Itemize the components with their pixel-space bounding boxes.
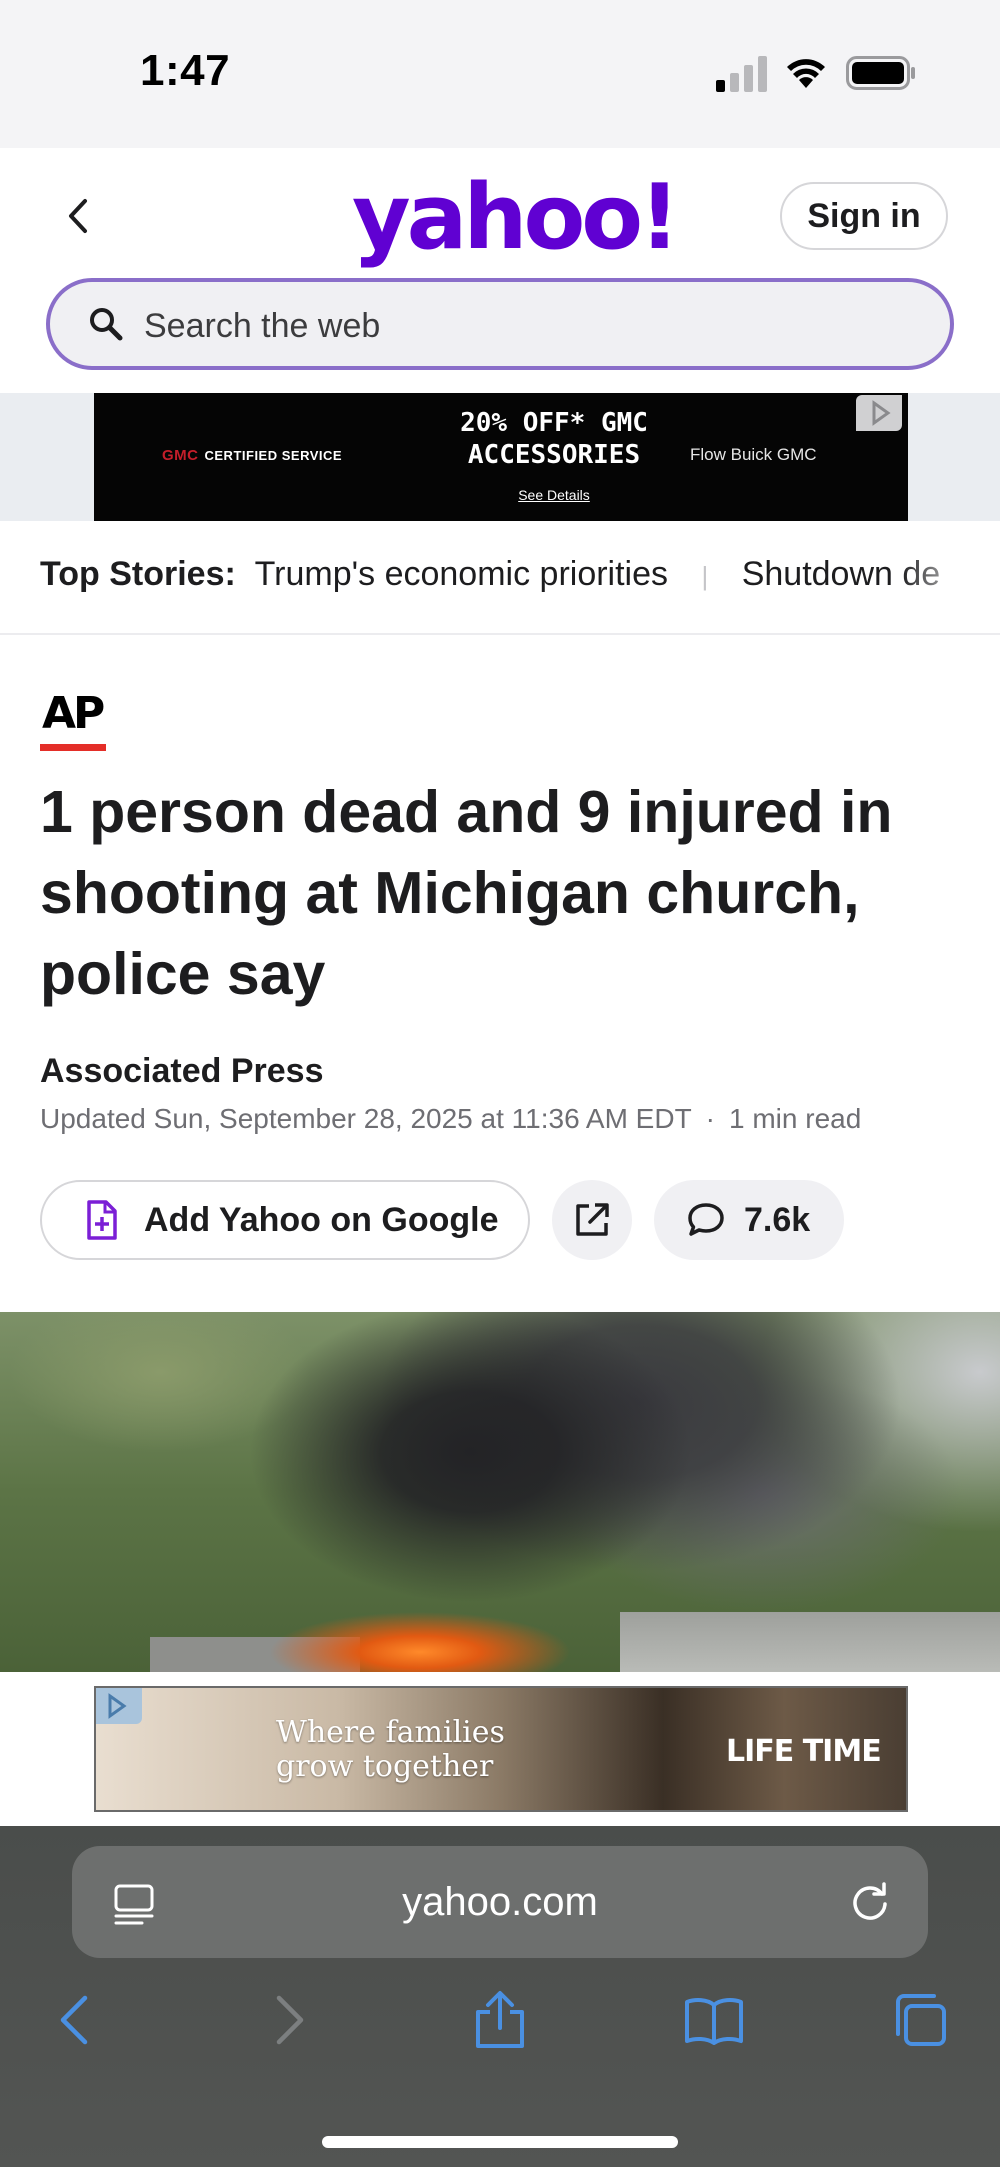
article-updated: Updated Sun, September 28, 2025 at 11:36… (40, 1103, 692, 1134)
top-stories-bar: Top Stories: Trump's economic priorities… (0, 521, 1000, 635)
gmc-ad-banner[interactable]: GMC CERTIFIED SERVICE 20% OFF* GMC ACCESS… (94, 393, 908, 521)
safari-forward-button[interactable] (262, 1990, 318, 2050)
add-yahoo-on-google-button[interactable]: Add Yahoo on Google (40, 1180, 530, 1260)
chevron-right-icon (276, 1995, 304, 2045)
ad-brand-logo: LIFE TIME (726, 1734, 882, 1769)
yahoo-logo[interactable]: yahoo! (352, 168, 680, 268)
ap-source-logo[interactable]: AP (42, 688, 105, 739)
book-icon (685, 1998, 743, 2045)
hero-fire (270, 1612, 570, 1672)
sign-in-button[interactable]: Sign in (780, 182, 948, 250)
cellular-signal-icon (716, 56, 767, 92)
home-indicator[interactable] (322, 2136, 678, 2148)
back-button[interactable] (58, 196, 98, 236)
comments-count: 7.6k (744, 1200, 811, 1239)
share-button[interactable] (552, 1180, 632, 1260)
safari-bookmarks-button[interactable] (682, 1990, 746, 2050)
ad-dealer-name: Flow Buick GMC (690, 445, 817, 464)
document-add-icon (87, 1200, 117, 1240)
status-time: 1:47 (140, 46, 231, 95)
adchoices-icon[interactable] (856, 395, 902, 431)
external-share-icon (576, 1203, 609, 1236)
chevron-left-icon (60, 1995, 88, 2045)
address-bar[interactable]: yahoo.com (72, 1846, 928, 1958)
article-read-time: 1 min read (729, 1103, 862, 1134)
ad-headline: 20% OFF* GMC ACCESSORIES (460, 408, 648, 470)
url-text: yahoo.com (402, 1880, 598, 1924)
comments-button[interactable]: 7.6k (654, 1180, 844, 1260)
safari-share-button[interactable] (472, 1990, 528, 2050)
ad-gmc-brand: GMC CERTIFIED SERVICE (162, 447, 343, 464)
comment-bubble-icon (688, 1203, 724, 1236)
article-author[interactable]: Associated Press (40, 1052, 324, 1091)
top-story-link[interactable]: Trump's economic priorities (255, 555, 668, 593)
yahoo-header: yahoo! Sign in (0, 148, 1000, 393)
top-stories-fade (900, 521, 1000, 633)
safari-back-button[interactable] (46, 1990, 102, 2050)
search-bar[interactable] (46, 278, 954, 370)
top-stories-label: Top Stories: (40, 555, 236, 593)
article-headline: 1 person dead and 9 injured in shooting … (40, 779, 893, 1007)
chevron-left-icon (69, 199, 87, 233)
search-input[interactable] (142, 296, 906, 356)
top-stories-divider: | (701, 561, 709, 591)
safari-tabs-button[interactable] (892, 1990, 948, 2050)
adchoices-icon[interactable] (96, 1688, 142, 1724)
ad-tagline: Where families grow together (276, 1715, 505, 1784)
article-hero-image[interactable] (0, 1312, 1000, 1672)
ap-logo-underline (40, 744, 106, 751)
ad-see-details-link[interactable]: See Details (404, 487, 704, 503)
ad-banner-container: GMC CERTIFIED SERVICE 20% OFF* GMC ACCESS… (0, 393, 1000, 521)
battery-icon (846, 56, 915, 90)
lifetime-ad-banner[interactable]: Where families grow together LIFE TIME (94, 1686, 908, 1812)
status-bar: 1:47 (0, 0, 1000, 148)
wifi-icon (787, 59, 825, 88)
hero-road (620, 1612, 1000, 1672)
safari-toolbar: yahoo.com (0, 1826, 1000, 2167)
tabs-icon (896, 1994, 946, 2046)
add-yahoo-on-google-label: Add Yahoo on Google (144, 1200, 499, 1239)
reload-icon[interactable] (848, 1880, 892, 1924)
article-meta: Updated Sun, September 28, 2025 at 11:36… (40, 1103, 862, 1134)
share-icon (476, 1991, 524, 2048)
search-icon (90, 308, 123, 341)
